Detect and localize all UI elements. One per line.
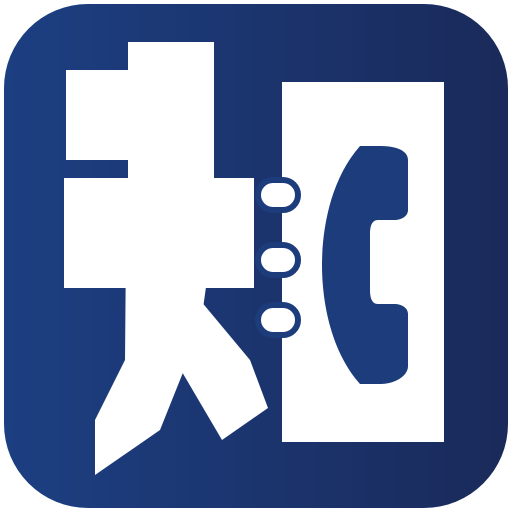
binder-ring-top	[255, 177, 301, 213]
app-icon[interactable]: 知	[0, 0, 512, 512]
zhi-logo-icon	[4, 4, 508, 508]
binder-ring-bottom	[255, 302, 301, 338]
binder-ring-middle	[255, 242, 301, 278]
